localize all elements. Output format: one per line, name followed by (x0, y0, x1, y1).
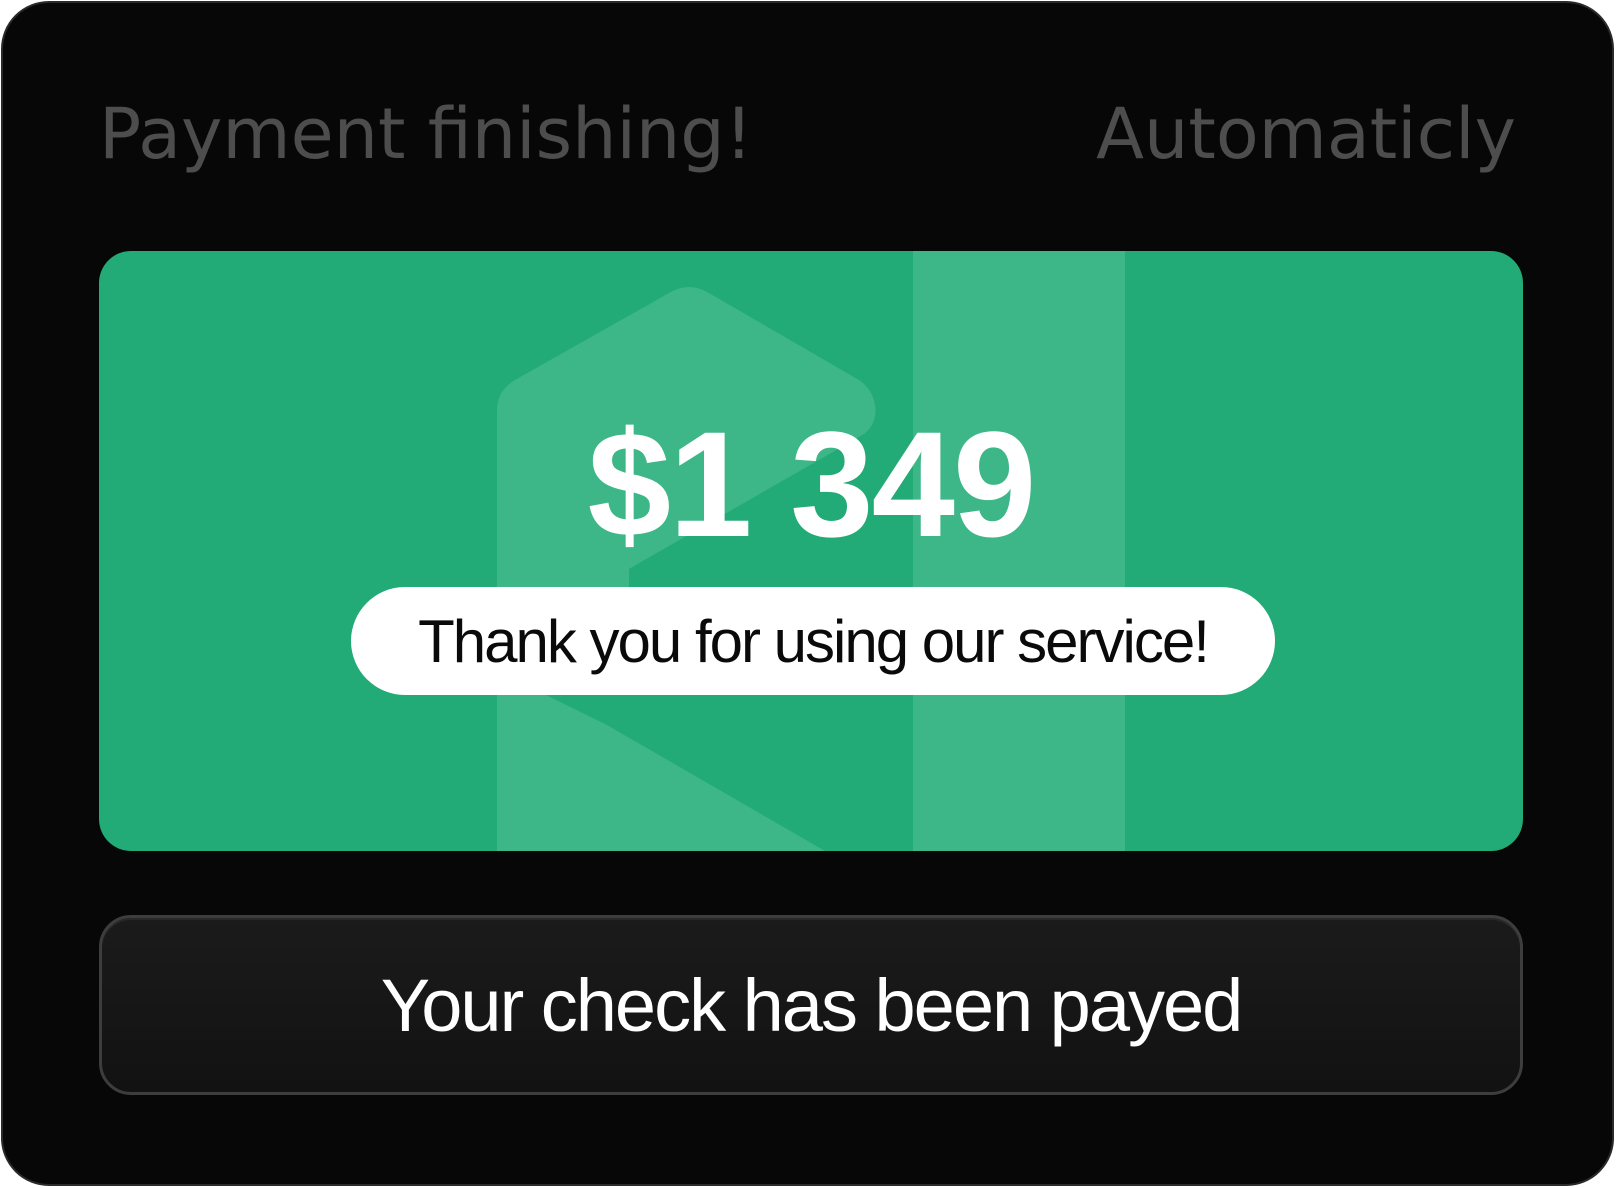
payment-panel: $1 349 Thank you for using our service! (99, 251, 1523, 851)
payment-mode-label: Automaticly (1096, 93, 1516, 175)
thank-you-badge: Thank you for using our service! (351, 587, 1275, 695)
page-title: Payment finishing! (99, 93, 753, 175)
payment-amount: $1 349 (587, 400, 1037, 568)
check-paid-button[interactable]: Your check has been payed (99, 915, 1523, 1095)
check-paid-label: Your check has been payed (380, 963, 1244, 1047)
payment-card: Payment finishing! Automaticly $1 349 Th… (1, 1, 1614, 1186)
shield-lower-shape (497, 671, 825, 851)
thank-you-text: Thank you for using our service! (418, 607, 1210, 675)
